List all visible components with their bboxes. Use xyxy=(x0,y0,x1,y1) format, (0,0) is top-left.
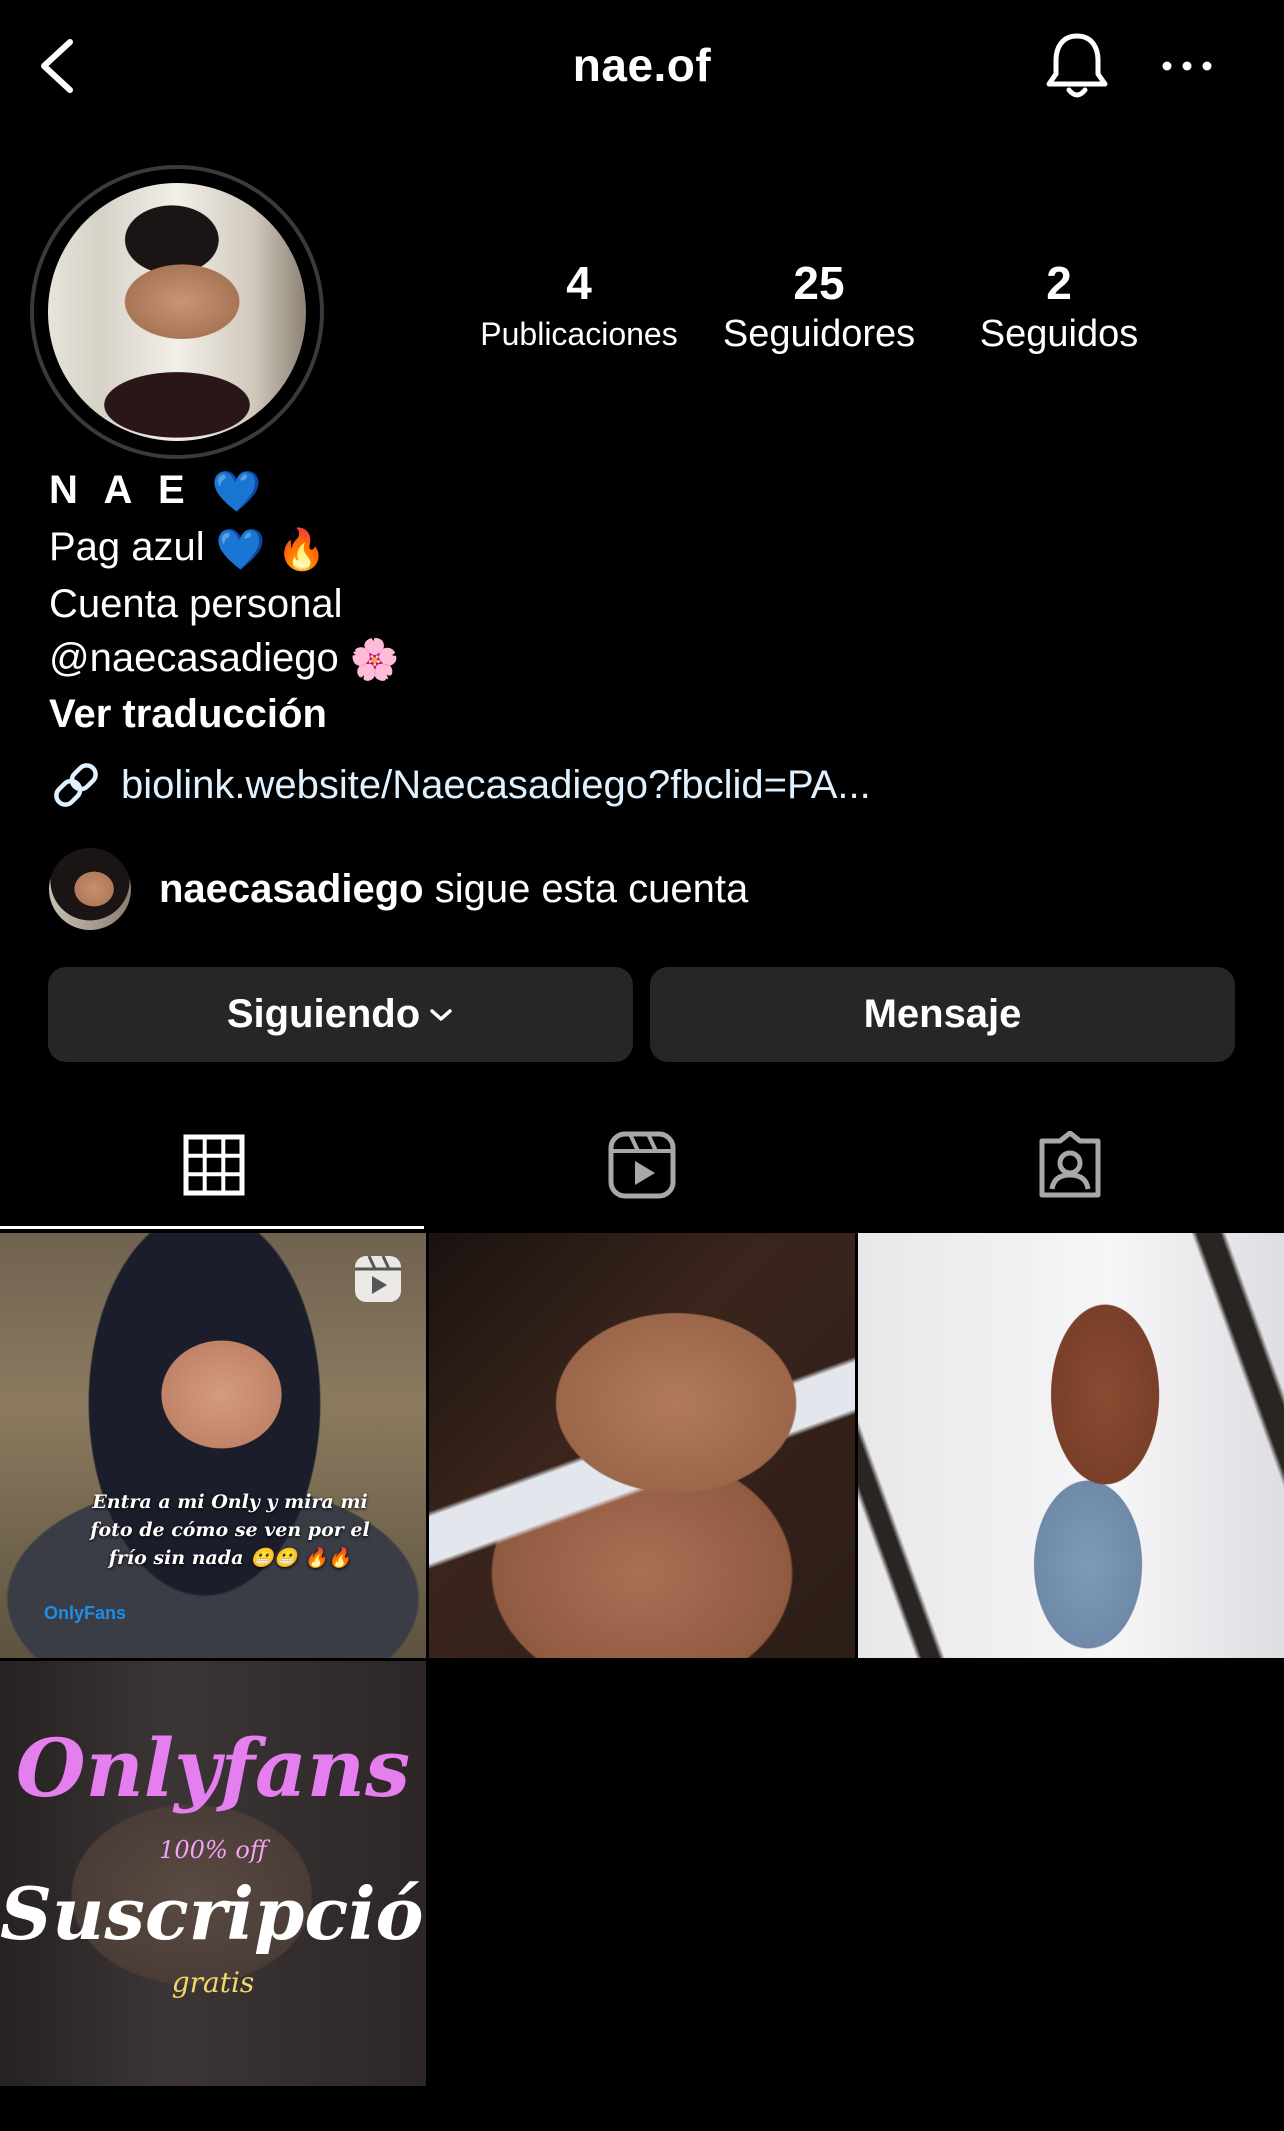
post-3[interactable] xyxy=(858,1233,1284,1658)
reels-icon xyxy=(608,1131,676,1199)
followers-count: 25 xyxy=(793,257,845,309)
bio-line-2: Cuenta personal xyxy=(49,581,343,626)
followers-label: Seguidores xyxy=(722,313,916,355)
mutual-follower-username[interactable]: naecasadiego xyxy=(159,867,424,911)
profile-avatar[interactable] xyxy=(30,165,324,459)
bio-line-1: Pag azul 💙 🔥 xyxy=(49,520,400,576)
post-4-title: Onlyfans xyxy=(15,1721,411,1815)
following-stat[interactable]: 2 Seguidos xyxy=(958,255,1160,357)
chevron-down-icon xyxy=(430,1008,452,1021)
posts-count: 4 xyxy=(566,257,592,309)
tab-tagged[interactable] xyxy=(856,1100,1284,1230)
blue-heart-emoji: 💙 xyxy=(211,470,270,515)
top-bar: nae.of xyxy=(0,0,1284,140)
followers-stat[interactable]: 25 Seguidores xyxy=(708,255,930,357)
link-icon xyxy=(54,763,98,807)
post-1[interactable]: Entra a mi Only y mira mi foto de cómo s… xyxy=(0,1233,426,1658)
post-4-headline: Suscripción xyxy=(0,1871,426,1956)
mutual-follower-avatar[interactable] xyxy=(49,848,131,930)
post-4-footer: gratis xyxy=(171,1966,255,1999)
more-options-icon[interactable] xyxy=(1160,56,1214,76)
bio-line-3: @naecasadiego 🌸 xyxy=(49,631,400,687)
active-tab-indicator xyxy=(0,1226,424,1229)
following-count: 2 xyxy=(1046,257,1072,309)
following-label: Seguidos xyxy=(979,313,1139,355)
bell-icon[interactable] xyxy=(1042,30,1112,102)
post-4-subtitle: 100% off xyxy=(159,1836,267,1864)
tab-reels[interactable] xyxy=(428,1100,856,1230)
posts-stat[interactable]: 4 Publicaciones xyxy=(470,255,688,357)
display-name: N A E 💙 xyxy=(49,462,400,520)
post-1-caption: Entra a mi Only y mira mi foto de cómo s… xyxy=(90,1491,370,1569)
profile-avatar-image xyxy=(48,183,306,441)
display-name-text: N A E xyxy=(49,468,193,512)
reel-badge-icon xyxy=(355,1255,401,1302)
mutual-follower-suffix: sigue esta cuenta xyxy=(423,866,749,911)
following-button-label: Siguiendo xyxy=(226,992,421,1036)
following-button[interactable]: Siguiendo xyxy=(48,967,633,1062)
bio-mention[interactable]: @naecasadiego xyxy=(49,636,339,680)
bio-link[interactable]: biolink.website/Naecasadiego?fbclid=PA..… xyxy=(49,755,871,815)
profile-tabs xyxy=(0,1100,1284,1230)
tab-posts-grid[interactable] xyxy=(0,1100,428,1230)
grid-icon xyxy=(183,1134,245,1196)
tagged-icon xyxy=(1039,1131,1101,1198)
mutual-follower-row[interactable]: naecasadiego sigue esta cuenta xyxy=(49,847,748,931)
message-button-label: Mensaje xyxy=(863,992,1022,1036)
bio-section: N A E 💙 Pag azul 💙 🔥 Cuenta personal @na… xyxy=(49,462,400,741)
posts-label: Publicaciones xyxy=(480,316,678,352)
post-2[interactable] xyxy=(429,1233,855,1658)
heart-fire-emoji: 💙 🔥 xyxy=(215,527,327,572)
bio-link-text[interactable]: biolink.website/Naecasadiego?fbclid=PA..… xyxy=(121,763,871,808)
post-4[interactable]: Onlyfans 100% off Suscripción gratis xyxy=(0,1661,426,2086)
see-translation-link[interactable]: Ver traducción xyxy=(49,687,400,741)
mutual-follower-text: naecasadiego sigue esta cuenta xyxy=(159,867,748,912)
post-1-watermark: OnlyFans xyxy=(44,1603,127,1623)
message-button[interactable]: Mensaje xyxy=(650,967,1235,1062)
bio-line-1-text: Pag azul xyxy=(49,525,205,570)
blossom-emoji: 🌸 xyxy=(349,638,400,683)
